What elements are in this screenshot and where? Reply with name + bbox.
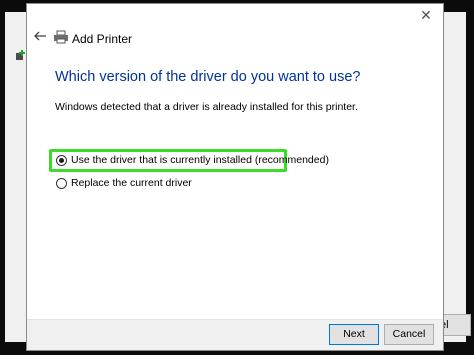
description-text: Windows detected that a driver is alread… (55, 101, 358, 113)
add-printer-dialog: ✕ Add Printer Which version of the drive… (26, 3, 444, 351)
dialog-title: Add Printer (72, 32, 133, 46)
replace-driver-option[interactable]: Replace the current driver (56, 177, 192, 189)
cancel-button[interactable]: Cancel (384, 324, 434, 345)
printer-icon (54, 30, 68, 44)
radio-unselected[interactable] (56, 177, 67, 189)
radio-selected[interactable] (56, 154, 67, 166)
page-heading: Which version of the driver do you want … (55, 69, 361, 85)
use-current-driver-option[interactable]: Use the driver that is currently install… (56, 154, 329, 166)
dialog-footer: Next Cancel (27, 319, 443, 350)
use-current-driver-label: Use the driver that is currently install… (71, 154, 329, 166)
replace-driver-label: Replace the current driver (71, 177, 192, 189)
back-arrow-icon[interactable] (32, 28, 48, 44)
close-icon[interactable]: ✕ (419, 8, 433, 22)
next-button[interactable]: Next (329, 324, 379, 345)
